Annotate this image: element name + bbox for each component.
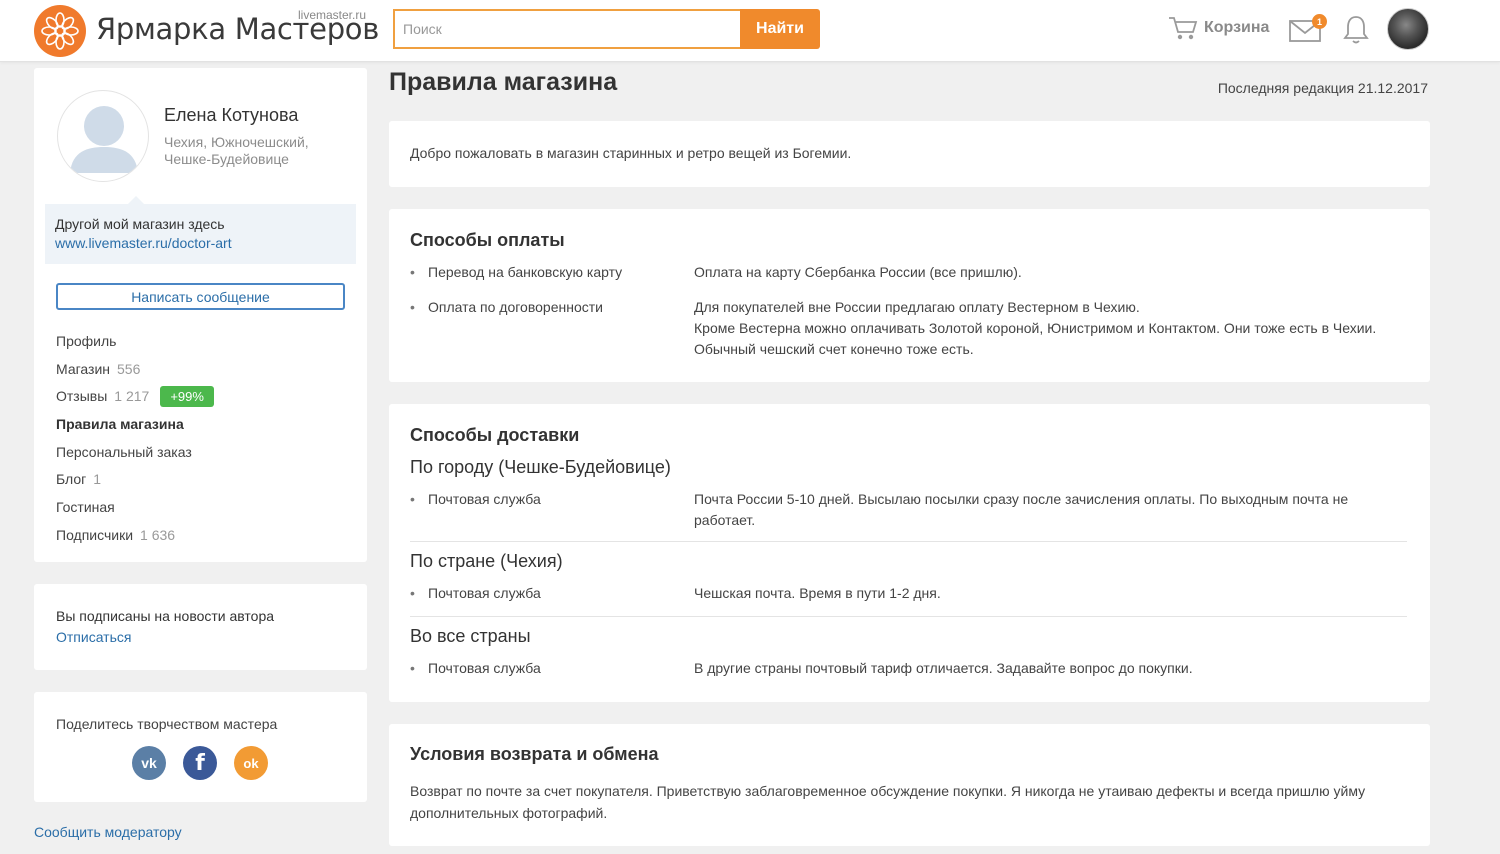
other-shop-text: Другой мой магазин здесь xyxy=(55,216,225,232)
nav-label: Магазин xyxy=(56,360,111,377)
report-moderator-link[interactable]: Сообщить модератору xyxy=(34,824,182,840)
nav-item-blog[interactable]: Блог 1 xyxy=(56,465,346,493)
other-shop-box: Другой мой магазин здесь www.livemaster.… xyxy=(45,204,356,264)
last-edit-date: Последняя редакция 21.12.2017 xyxy=(1217,80,1428,96)
seller-location: Чехия, Южночешский, Чешке-Будейовице xyxy=(164,134,309,167)
nav-item-subscribers[interactable]: Подписчики 1 636 xyxy=(56,521,346,549)
welcome-card: Добро пожаловать в магазин старинных и р… xyxy=(389,121,1430,187)
delivery-card: Способы доставки По городу (Чешке-Будейо… xyxy=(389,404,1430,702)
payment-card: Способы оплаты Перевод на банковскую кар… xyxy=(389,209,1430,382)
seller-name[interactable]: Елена Котунова xyxy=(164,105,298,126)
header: Ярмарка Мастеров livemaster.ru Найти Кор… xyxy=(0,0,1500,62)
delivery-region: По городу (Чешке-Будейовице) xyxy=(410,457,671,477)
bell-icon[interactable] xyxy=(1342,14,1370,46)
cart-link[interactable]: Корзина xyxy=(1168,15,1269,41)
nav-label: Подписчики xyxy=(56,526,134,543)
delivery-method: Почтовая служба xyxy=(410,583,690,604)
welcome-text: Добро пожаловать в магазин старинных и р… xyxy=(410,145,852,161)
search-button[interactable]: Найти xyxy=(740,9,820,49)
search-input[interactable] xyxy=(393,9,740,49)
facebook-icon[interactable]: f xyxy=(183,746,217,780)
delivery-method: Почтовая служба xyxy=(410,658,690,679)
nav-label: Отзывы xyxy=(56,388,108,405)
subscription-panel: Вы подписаны на новости автора Отписатьс… xyxy=(34,584,367,670)
nav-label: Профиль xyxy=(56,332,117,349)
page-title: Правила магазина xyxy=(389,68,618,96)
payment-method: Оплата по договоренности xyxy=(410,297,690,318)
share-title: Поделитесь творчеством мастера xyxy=(56,716,278,732)
vk-icon[interactable]: vk xyxy=(132,746,166,780)
nav-item-reviews[interactable]: Отзывы 1 217 +99% xyxy=(56,382,346,410)
logo-domain: livemaster.ru xyxy=(298,8,367,22)
logo-flower-icon[interactable] xyxy=(34,5,86,57)
other-shop-pointer xyxy=(128,196,144,204)
cart-icon xyxy=(1169,17,1198,40)
reviews-rating-badge: +99% xyxy=(160,385,214,407)
nav-count: 1 xyxy=(93,471,102,488)
nav-label: Персональный заказ xyxy=(56,443,192,460)
share-panel: Поделитесь творчеством мастера vk f ok xyxy=(34,692,367,802)
payment-desc: Для покупателей вне России предлагаю опл… xyxy=(694,299,1377,357)
seller-avatar[interactable] xyxy=(57,90,149,182)
payment-method: Перевод на банковскую карту xyxy=(410,262,690,283)
nav-item-shop-rules[interactable]: Правила магазина xyxy=(56,410,346,438)
nav-label: Гостиная xyxy=(56,498,115,515)
social-buttons: vk f ok xyxy=(132,746,268,780)
delivery-region: Во все страны xyxy=(410,626,531,646)
profile-nav: Профиль Магазин 556 Отзывы 1 217 +99% Пр… xyxy=(56,327,346,549)
user-silhouette-icon xyxy=(70,106,138,173)
write-message-button[interactable]: Написать сообщение xyxy=(56,283,345,310)
returns-title: Условия возврата и обмена xyxy=(410,744,659,764)
nav-count: 556 xyxy=(117,360,141,377)
profile-panel: Елена Котунова Чехия, Южночешский, Чешке… xyxy=(34,68,367,562)
payment-desc: Оплата на карту Сбербанка России (все пр… xyxy=(694,264,1022,280)
nav-label: Блог xyxy=(56,471,87,488)
subscription-text: Вы подписаны на новости автора xyxy=(56,608,275,624)
delivery-method: Почтовая служба xyxy=(410,489,690,510)
delivery-desc: В другие страны почтовый тариф отличаетс… xyxy=(694,660,1193,676)
nav-item-profile[interactable]: Профиль xyxy=(56,327,346,355)
mail-count-badge: 1 xyxy=(1312,14,1327,29)
nav-count: 1 217 xyxy=(114,388,150,405)
odnoklassniki-icon[interactable]: ok xyxy=(234,746,268,780)
returns-text: Возврат по почте за счет покупателя. При… xyxy=(410,783,1366,821)
nav-item-shop[interactable]: Магазин 556 xyxy=(56,355,346,383)
delivery-region: По стране (Чехия) xyxy=(410,551,563,571)
returns-card: Условия возврата и обмена Возврат по поч… xyxy=(389,724,1430,846)
divider xyxy=(410,616,1407,617)
cart-label: Корзина xyxy=(1204,19,1270,36)
unsubscribe-link[interactable]: Отписаться xyxy=(56,629,131,645)
other-shop-link[interactable]: www.livemaster.ru/doctor-art xyxy=(55,235,232,251)
nav-count: 1 636 xyxy=(140,526,176,543)
divider xyxy=(410,541,1407,542)
nav-item-lounge[interactable]: Гостиная xyxy=(56,493,346,521)
payment-title: Способы оплаты xyxy=(410,230,565,250)
user-avatar[interactable] xyxy=(1387,8,1429,50)
nav-label: Правила магазина xyxy=(56,415,184,432)
nav-item-personal-order[interactable]: Персональный заказ xyxy=(56,438,346,466)
delivery-title: Способы доставки xyxy=(410,425,580,445)
delivery-desc: Почта России 5-10 дней. Высылаю посылки … xyxy=(694,491,1349,528)
delivery-desc: Чешская почта. Время в пути 1-2 дня. xyxy=(694,585,941,601)
